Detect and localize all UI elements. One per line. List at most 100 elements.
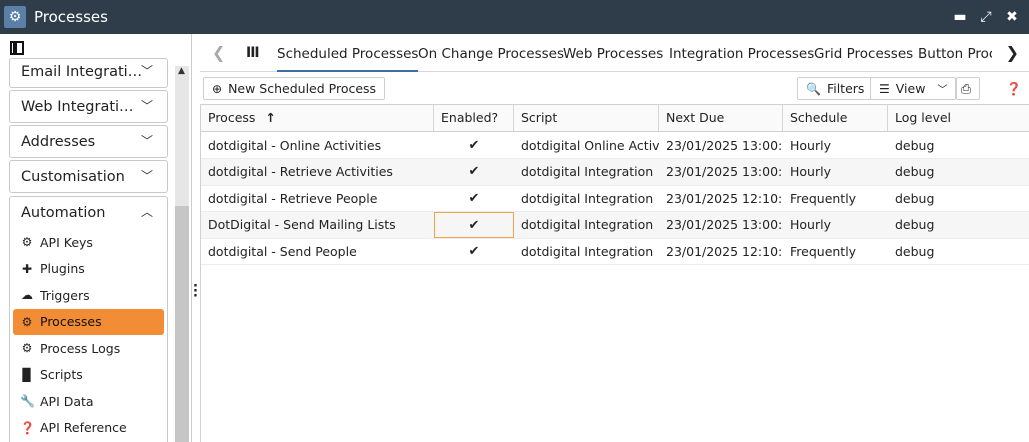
window-titlebar: ⚙ Processes ▬ ⤢ ✖: [0, 0, 1029, 34]
sidebar-panel-web-integration[interactable]: Web Integrati… ﹀: [9, 90, 168, 123]
maximize-icon[interactable]: ⤢: [979, 9, 993, 25]
panel-splitter[interactable]: · · ·: [192, 34, 200, 442]
checked-icon[interactable]: ✔: [434, 239, 514, 265]
column-header-process[interactable]: Process ↑: [201, 105, 434, 131]
cell-next-due: 23/01/2025 12:10:…: [666, 243, 783, 259]
cell-next-due: 23/01/2025 13:00:…: [666, 217, 783, 233]
sidebar-scrollbar[interactable]: ▲: [175, 66, 189, 442]
cell-schedule: Hourly: [790, 138, 831, 153]
cell-log-level: debug: [895, 138, 935, 153]
checked-icon[interactable]: ✔: [434, 186, 514, 212]
columns-icon[interactable]: III: [246, 45, 260, 61]
plug-icon: ✚: [21, 261, 33, 276]
tab-grid-processes[interactable]: Grid Processes: [814, 34, 913, 72]
sidebar-item-label: Plugins: [40, 261, 85, 277]
chevron-down-icon: ﹀: [140, 134, 153, 148]
scroll-up-icon[interactable]: ▲: [178, 66, 185, 76]
table-row[interactable]: dotdigital - Online Activities ✔ dotdigi…: [201, 133, 1029, 160]
cell-log-level: debug: [895, 217, 935, 233]
wrench-icon: 🔧: [20, 394, 35, 409]
drag-handle-icon[interactable]: · · ·: [193, 280, 198, 303]
cell-next-due: 23/01/2025 12:10:…: [666, 190, 783, 206]
search-icon: 🔍: [806, 81, 821, 96]
sidebar-panel-customisation[interactable]: Customisation ﹀: [9, 160, 168, 193]
window-controls: ▬ ⤢ ✖: [953, 0, 1019, 34]
button-label: View: [895, 81, 926, 96]
sidebar-item-api-reference[interactable]: ❓ API Reference: [10, 415, 167, 442]
processes-grid: Process ↑ Enabled? Script Next Due Sched…: [200, 104, 1029, 442]
scrollbar-thumb[interactable]: [175, 206, 189, 442]
help-icon: ❓: [1006, 80, 1022, 96]
cell-script: dotdigital Integration: [521, 190, 654, 206]
grid-header: Process ↑ Enabled? Script Next Due Sched…: [201, 105, 1029, 132]
column-header-script[interactable]: Script: [514, 105, 659, 131]
column-header-log-level[interactable]: Log level: [888, 105, 1029, 131]
help-button[interactable]: ❓: [1001, 77, 1025, 100]
list-icon: ☰: [879, 81, 890, 96]
sidebar-item-process-logs[interactable]: ⚙ Process Logs: [10, 335, 167, 362]
close-icon[interactable]: ✖: [1005, 9, 1019, 25]
sidebar: Email Integrati… ﹀ Web Integrati… ﹀ Addr…: [0, 34, 192, 442]
button-label: New Scheduled Process: [228, 81, 377, 96]
sidebar-panel-addresses[interactable]: Addresses ﹀: [9, 125, 168, 158]
cell-process: dotdigital - Retrieve People: [208, 190, 378, 206]
view-dropdown[interactable]: ☰ View ﹀: [870, 77, 957, 100]
chevron-down-icon: ﹀: [937, 85, 948, 96]
tab-button-processes[interactable]: Button Proc: [918, 34, 992, 72]
sidebar-item-label: API Reference: [40, 420, 127, 436]
filters-button[interactable]: 🔍 Filters: [797, 77, 874, 100]
main-content: ❮ III Scheduled Processes On Change Proc…: [200, 34, 1029, 442]
button-label: Filters: [826, 81, 865, 96]
checked-icon[interactable]: ✔: [434, 212, 514, 239]
sidebar-item-api-keys[interactable]: ⚙ API Keys: [10, 229, 167, 256]
tab-integration-processes[interactable]: Integration Processes: [669, 34, 814, 72]
gears-icon: ⚙: [21, 341, 33, 356]
minimize-icon[interactable]: ▬: [953, 9, 967, 25]
sidebar-item-label: Processes: [40, 314, 102, 330]
gear-icon: ⚙: [21, 235, 33, 250]
cell-schedule: Frequently: [790, 243, 857, 259]
column-header-enabled[interactable]: Enabled?: [434, 105, 514, 131]
checked-icon[interactable]: ✔: [434, 159, 514, 185]
chevron-up-icon[interactable]: ︿: [141, 203, 153, 220]
sidebar-panel-email-integration[interactable]: Email Integrati… ﹀: [9, 58, 168, 88]
column-header-next-due[interactable]: Next Due: [659, 105, 783, 131]
sidebar-item-plugins[interactable]: ✚ Plugins: [10, 256, 167, 283]
table-row[interactable]: dotdigital - Retrieve People ✔ dotdigita…: [201, 186, 1029, 213]
tab-web-processes[interactable]: Web Processes: [563, 34, 663, 72]
cell-log-level: debug: [895, 243, 935, 259]
table-row[interactable]: dotdigital - Send People ✔ dotdigital In…: [201, 239, 1029, 265]
sidebar-item-api-data[interactable]: 🔧 API Data: [10, 388, 167, 415]
cell-schedule: Hourly: [790, 217, 831, 233]
print-icon: ⎙: [961, 80, 972, 96]
tab-on-change-processes[interactable]: On Change Processes: [418, 34, 564, 72]
cell-process: DotDigital - Send Mailing Lists: [208, 217, 396, 233]
cell-process: dotdigital - Online Activities: [208, 138, 382, 153]
chevron-down-icon: ﹀: [140, 99, 153, 113]
sidebar-toggle-icon[interactable]: [10, 41, 24, 55]
cell-script: dotdigital Online Activ…: [521, 138, 659, 153]
gear-icon: ⚙: [21, 314, 33, 329]
help-icon: ❓: [20, 420, 35, 435]
column-header-schedule[interactable]: Schedule: [783, 105, 888, 131]
cell-process: dotdigital - Retrieve Activities: [208, 164, 393, 180]
checked-icon[interactable]: ✔: [434, 133, 514, 159]
chevron-right-icon[interactable]: ❯: [1006, 43, 1019, 62]
cell-script: dotdigital Integration: [521, 243, 654, 259]
sidebar-item-scripts[interactable]: ▉ Scripts: [10, 362, 167, 389]
file-icon: ▉: [22, 367, 32, 382]
cloud-icon: ☁: [21, 288, 33, 303]
new-scheduled-process-button[interactable]: ⊕ New Scheduled Process: [203, 77, 386, 100]
cell-process: dotdigital - Send People: [208, 243, 357, 259]
print-button[interactable]: ⎙: [956, 77, 980, 100]
gear-icon: ⚙: [4, 6, 26, 28]
sidebar-item-processes[interactable]: ⚙ Processes: [13, 308, 164, 335]
sidebar-item-label: Triggers: [40, 287, 90, 303]
chevron-left-icon[interactable]: ❮: [212, 43, 225, 62]
tab-scheduled-processes[interactable]: Scheduled Processes: [277, 34, 419, 72]
table-row[interactable]: DotDigital - Send Mailing Lists ✔ dotdig…: [201, 212, 1029, 239]
cell-log-level: debug: [895, 164, 935, 180]
chevron-down-icon: ﹀: [140, 169, 153, 183]
sidebar-item-triggers[interactable]: ☁ Triggers: [10, 282, 167, 309]
table-row[interactable]: dotdigital - Retrieve Activities ✔ dotdi…: [201, 159, 1029, 186]
